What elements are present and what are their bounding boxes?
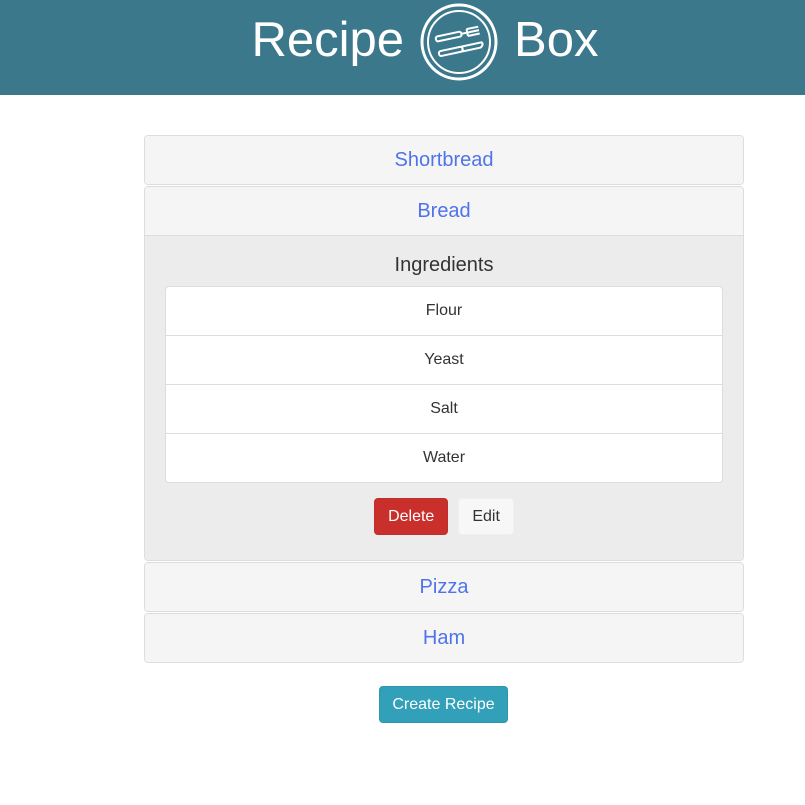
title-word-box: Box (514, 12, 599, 67)
title-word-recipe: Recipe (251, 12, 405, 67)
ingredient-item: Flour (166, 287, 722, 336)
recipe-heading-bread[interactable]: Bread (145, 187, 743, 236)
ingredients-heading: Ingredients (394, 254, 494, 276)
fork-knife-plate-icon (420, 3, 498, 81)
recipe-panel-bread: Bread Ingredients Flour Yeast Salt Water… (144, 186, 744, 561)
app-header: Recipe Box (0, 0, 805, 95)
create-recipe-button[interactable]: Create Recipe (379, 686, 508, 723)
recipe-heading-shortbread[interactable]: Shortbread (145, 136, 743, 184)
recipe-heading-ham[interactable]: Ham (145, 614, 743, 662)
recipe-panel-pizza: Pizza (144, 562, 744, 612)
recipe-panel-ham: Ham (144, 613, 744, 663)
recipe-accordion: Shortbread Bread Ingredients Flour Yeast… (144, 135, 744, 664)
ingredient-item: Water (422, 449, 466, 466)
recipe-heading-pizza[interactable]: Pizza (145, 563, 743, 611)
ingredient-item: Salt (166, 385, 722, 434)
delete-button[interactable]: Delete (374, 498, 449, 535)
app-title: Recipe Box (0, 0, 805, 81)
ingredients-list: Flour Yeast Salt Water (165, 286, 723, 483)
edit-button[interactable]: Edit (458, 498, 514, 535)
recipe-actions: Delete Edit (165, 498, 723, 535)
ingredient-item: Yeast (166, 336, 722, 385)
recipe-panel-shortbread: Shortbread (144, 135, 744, 185)
recipe-body-bread: Ingredients Flour Yeast Salt Water Delet… (145, 236, 743, 560)
